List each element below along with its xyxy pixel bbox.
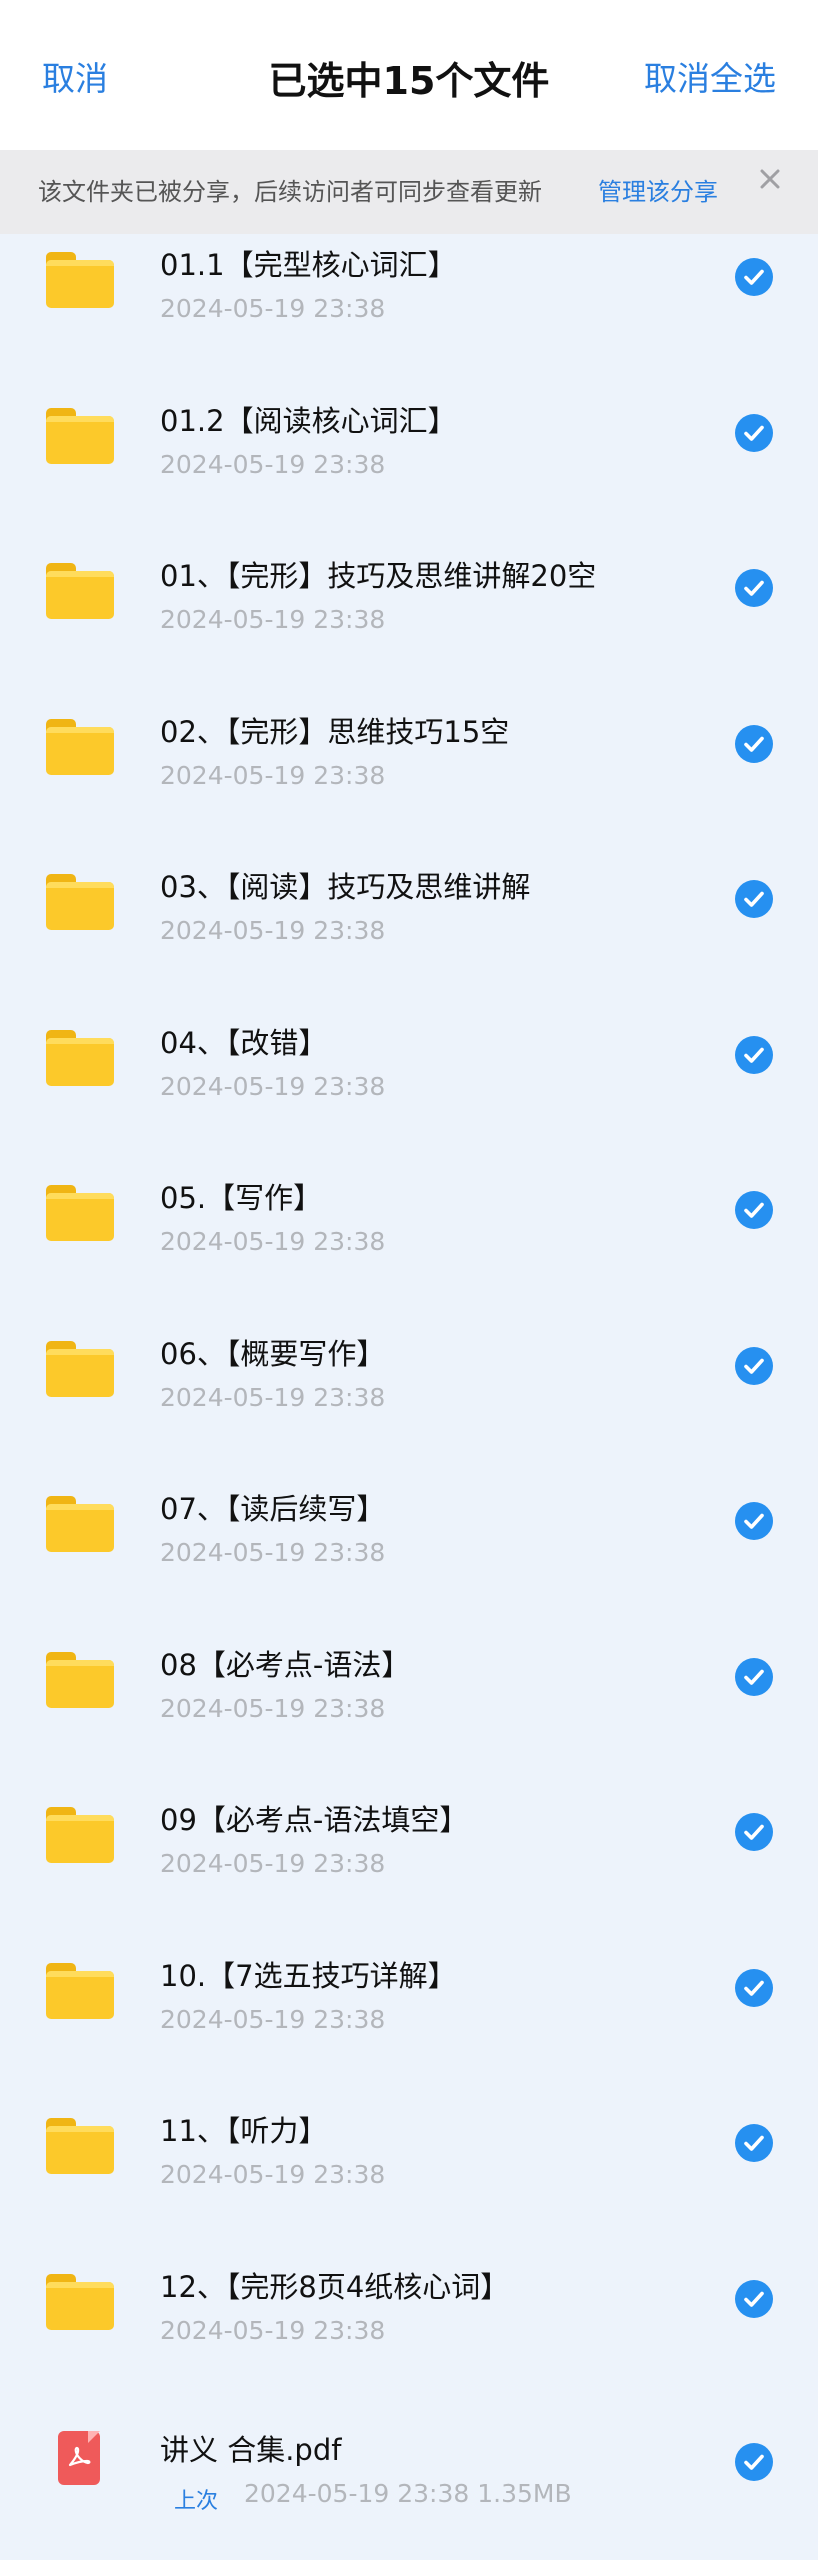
checkmark-icon[interactable] — [735, 569, 773, 607]
last-opened-tag: 上次 — [174, 2489, 219, 2514]
file-row[interactable]: 12、【完形8页4纸核心词】 2024-05-19 23:38 — [0, 2270, 818, 2429]
file-date: 2024-05-19 23:38 — [160, 916, 386, 945]
folder-icon — [46, 874, 114, 930]
file-row[interactable]: 01.2【阅读核心词汇】 2024-05-19 23:38 — [0, 404, 818, 563]
file-name: 01.2【阅读核心词汇】 — [160, 403, 457, 438]
file-row[interactable]: 01、【完形】技巧及思维讲解20空 2024-05-19 23:38 — [0, 559, 818, 718]
file-name: 05.【写作】 — [160, 1181, 323, 1215]
file-name: 讲义 合集.pdf — [160, 2433, 342, 2467]
checkmark-icon[interactable] — [735, 1657, 773, 1696]
folder-icon — [46, 1340, 114, 1397]
file-row[interactable]: 11、【听力】 2024-05-19 23:38 — [0, 2114, 818, 2273]
manage-share-link[interactable]: 管理该分享 — [598, 172, 718, 207]
file-date: 2024-05-19 23:38 — [160, 1849, 386, 1878]
file-name: 10.【7选五技巧详解】 — [160, 1958, 457, 1993]
checkmark-icon[interactable] — [735, 258, 773, 296]
file-row[interactable]: 07、【读后续写】 2024-05-19 23:38 — [0, 1492, 818, 1651]
file-list: 01.1【完型核心词汇】 2024-05-19 23:38 01.2【阅读核心词汇】… — [0, 234, 818, 2560]
folder-icon — [46, 1496, 114, 1552]
file-name: 03、【阅读】技巧及思维讲解 — [160, 870, 531, 904]
share-notice-bar: 该文件夹已被分享，后续访问者可同步查看更新 管理该分享 — [0, 150, 818, 234]
checkmark-icon[interactable] — [735, 1502, 773, 1540]
folder-icon — [46, 2118, 114, 2174]
file-row[interactable]: 10.【7选五技巧详解】 2024-05-19 23:38 — [0, 1959, 818, 2118]
file-name: 04、【改错】 — [160, 1025, 328, 1060]
checkmark-icon[interactable] — [735, 1346, 773, 1385]
file-date: 2024-05-19 23:38 — [160, 2315, 386, 2345]
file-row-pdf[interactable]: 讲义 合集.pdf 上次 2024-05-19 23:38 1.35MB — [0, 2431, 818, 2560]
file-date: 2024-05-19 23:38 — [160, 1071, 386, 1101]
close-icon[interactable] — [753, 162, 787, 196]
file-name: 09【必考点-语法填空】 — [160, 1803, 469, 1837]
folder-icon — [46, 1962, 114, 2019]
file-name: 01.1【完型核心词汇】 — [160, 248, 457, 282]
file-name: 11、【听力】 — [160, 2114, 328, 2148]
file-date: 2024-05-19 23:38 — [160, 1693, 386, 1723]
checkmark-icon[interactable] — [735, 1191, 773, 1229]
file-name: 08【必考点-语法】 — [160, 1647, 411, 1682]
file-name: 06、【概要写作】 — [160, 1336, 386, 1371]
file-row[interactable]: 03、【阅读】技巧及思维讲解 2024-05-19 23:38 — [0, 870, 818, 1029]
file-name: 12、【完形8页4纸核心词】 — [160, 2269, 510, 2304]
file-date: 2024-05-19 23:38 — [160, 2004, 386, 2034]
folder-icon — [46, 407, 114, 464]
checkmark-icon[interactable] — [735, 2124, 773, 2162]
checkmark-icon[interactable] — [735, 413, 773, 452]
folder-icon — [46, 1807, 114, 1863]
checkmark-icon[interactable] — [735, 880, 773, 918]
file-date: 2024-05-19 23:38 — [160, 1538, 386, 1567]
folder-icon — [46, 718, 114, 775]
folder-icon — [46, 1029, 114, 1086]
checkmark-icon[interactable] — [735, 1035, 773, 1074]
file-name: 01、【完形】技巧及思维讲解20空 — [160, 559, 597, 593]
folder-icon — [46, 2273, 114, 2330]
file-row[interactable]: 05.【写作】 2024-05-19 23:38 — [0, 1181, 818, 1340]
file-row[interactable]: 02、【完形】思维技巧15空 2024-05-19 23:38 — [0, 715, 818, 874]
folder-icon — [46, 1651, 114, 1708]
file-date: 2024-05-19 23:38 — [160, 294, 386, 323]
file-row[interactable]: 09【必考点-语法填空】 2024-05-19 23:38 — [0, 1803, 818, 1962]
checkmark-icon[interactable] — [735, 2443, 773, 2481]
folder-icon — [46, 1185, 114, 1241]
folder-icon — [46, 563, 114, 619]
file-row[interactable]: 06、【概要写作】 2024-05-19 23:38 — [0, 1337, 818, 1496]
top-bar: 取消 已选中15个文件 取消全选 — [0, 0, 818, 150]
checkmark-icon[interactable] — [735, 1813, 773, 1851]
deselect-all-button[interactable]: 取消全选 — [644, 52, 776, 100]
file-row[interactable]: 08【必考点-语法】 2024-05-19 23:38 — [0, 1648, 818, 1807]
checkmark-icon[interactable] — [735, 1968, 773, 2007]
share-notice-text: 该文件夹已被分享，后续访问者可同步查看更新 — [38, 178, 542, 206]
file-date: 2024-05-19 23:38 — [160, 1227, 386, 1256]
file-date: 2024-05-19 23:38 — [160, 605, 386, 634]
folder-icon — [46, 252, 114, 308]
checkmark-icon[interactable] — [735, 2279, 773, 2318]
checkmark-icon[interactable] — [735, 724, 773, 763]
file-name: 02、【完形】思维技巧15空 — [160, 714, 510, 749]
file-date: 2024-05-19 23:38 — [160, 760, 386, 790]
file-meta: 2024-05-19 23:38 1.35MB — [244, 2479, 572, 2508]
file-row[interactable]: 04、【改错】 2024-05-19 23:38 — [0, 1026, 818, 1185]
file-date: 2024-05-19 23:38 — [160, 449, 386, 479]
file-name: 07、【读后续写】 — [160, 1492, 386, 1526]
file-row[interactable]: 01.1【完型核心词汇】 2024-05-19 23:38 — [0, 248, 818, 407]
file-date: 2024-05-19 23:38 — [160, 1382, 386, 1412]
file-date: 2024-05-19 23:38 — [160, 2160, 386, 2189]
pdf-file-icon — [58, 2431, 100, 2485]
